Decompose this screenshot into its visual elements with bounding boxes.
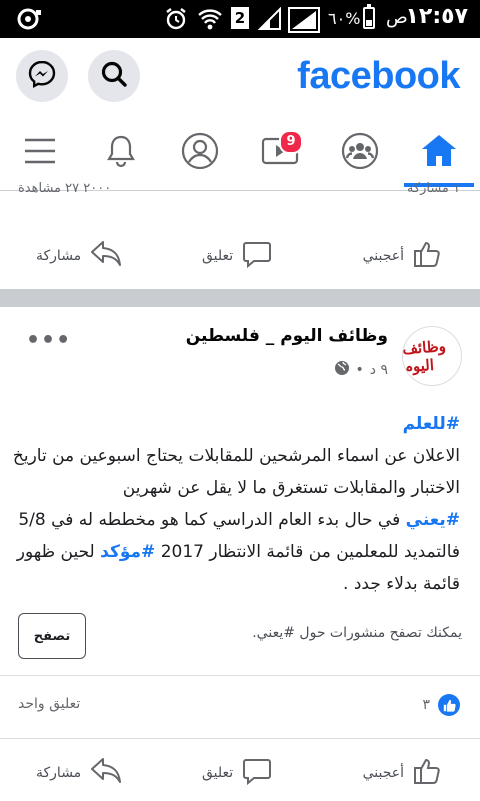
signal-icon bbox=[257, 6, 282, 35]
app-header: facebook bbox=[0, 38, 480, 114]
page-avatar[interactable]: وظائف اليوم bbox=[402, 326, 462, 386]
hashtag-link[interactable]: #للعلم bbox=[403, 414, 460, 434]
browse-hashtag-text: يمكنك تصفح منشورات حول #يعني. bbox=[252, 625, 462, 641]
tab-groups[interactable] bbox=[335, 128, 385, 178]
feed-divider bbox=[0, 289, 480, 307]
reactions-summary[interactable]: ٣ bbox=[422, 694, 460, 716]
hashtag-link[interactable]: #مؤكد bbox=[100, 542, 155, 562]
share-button[interactable]: مشاركة bbox=[36, 745, 123, 801]
post-text: #للعلم الاعلان عن اسماء المرشحين للمقابل… bbox=[10, 408, 460, 600]
comment-button[interactable]: تعليق bbox=[202, 228, 273, 284]
bell-icon bbox=[104, 133, 138, 173]
tab-menu[interactable] bbox=[15, 128, 65, 178]
like-label: أعجبني bbox=[362, 248, 404, 264]
avatar-logo: وظائف اليوم bbox=[402, 337, 447, 376]
groups-icon bbox=[340, 131, 380, 175]
like-reaction-icon bbox=[438, 694, 460, 716]
sim-indicator: 2 bbox=[231, 7, 249, 29]
alarm-icon bbox=[164, 7, 188, 35]
profile-icon bbox=[180, 131, 220, 175]
thumbs-up-icon bbox=[412, 238, 444, 274]
watch-badge: 9 bbox=[279, 130, 303, 154]
battery-icon bbox=[363, 4, 375, 29]
browse-button[interactable]: تصفح bbox=[18, 613, 86, 659]
facebook-logo[interactable]: facebook bbox=[297, 55, 460, 98]
share-count: ١ مشاركة bbox=[406, 181, 460, 196]
comment-button[interactable]: تعليق bbox=[202, 745, 273, 801]
share-button[interactable]: مشاركة bbox=[36, 228, 123, 284]
separator bbox=[0, 738, 480, 739]
comment-icon bbox=[241, 755, 273, 791]
more-options-icon[interactable]: ••• bbox=[26, 328, 71, 353]
like-button[interactable]: أعجبني bbox=[363, 745, 444, 801]
comment-count[interactable]: تعليق واحد bbox=[18, 696, 80, 712]
wifi-icon bbox=[197, 7, 223, 35]
status-bar: 2 ٦٠% ص ١٢:٥٧ bbox=[0, 0, 480, 38]
comment-label: تعليق bbox=[202, 248, 234, 264]
tab-bar: 9 bbox=[0, 114, 480, 191]
tab-notifications[interactable] bbox=[96, 128, 146, 178]
post-text-line: الاعلان عن اسماء المرشحين للمقابلات يحتا… bbox=[12, 446, 460, 498]
menu-icon bbox=[23, 137, 57, 169]
post-actions: أعجبني تعليق مشاركة bbox=[0, 745, 480, 801]
battery-percent: ٦٠% bbox=[328, 9, 361, 28]
share-label: مشاركة bbox=[36, 765, 82, 781]
comment-label: تعليق bbox=[202, 765, 234, 781]
messenger-icon bbox=[27, 59, 57, 93]
search-button[interactable] bbox=[88, 50, 140, 102]
share-icon bbox=[89, 755, 123, 791]
tab-home[interactable] bbox=[414, 128, 464, 178]
messenger-button[interactable] bbox=[16, 50, 68, 102]
screenshot-icon bbox=[14, 8, 42, 34]
like-button[interactable]: أعجبني bbox=[363, 228, 444, 284]
share-label: مشاركة bbox=[36, 248, 82, 264]
hashtag-link[interactable]: #يعني bbox=[406, 510, 460, 530]
post-time[interactable]: ٩ د bbox=[370, 362, 388, 378]
clock: ١٢:٥٧ bbox=[405, 4, 468, 29]
tab-watch[interactable]: 9 bbox=[255, 128, 305, 178]
post-author[interactable]: وظائف اليوم _ فلسطين bbox=[186, 326, 388, 346]
search-icon bbox=[100, 60, 128, 92]
globe-icon bbox=[334, 360, 350, 380]
tab-profile[interactable] bbox=[175, 128, 225, 178]
dot-separator: • bbox=[355, 362, 364, 378]
views-count: ٢٠٠٠ ٢٧ مشاهدة bbox=[18, 181, 112, 196]
reaction-count: ٣ bbox=[422, 697, 430, 713]
separator bbox=[0, 675, 480, 676]
share-icon bbox=[89, 238, 123, 274]
thumbs-up-icon bbox=[412, 755, 444, 791]
post-meta: ٩ د • bbox=[334, 360, 388, 380]
home-icon bbox=[419, 131, 459, 175]
comment-icon bbox=[241, 238, 273, 274]
signal-icon-2 bbox=[288, 7, 320, 37]
like-label: أعجبني bbox=[362, 765, 404, 781]
top-post-actions: أعجبني تعليق مشاركة bbox=[0, 228, 480, 284]
